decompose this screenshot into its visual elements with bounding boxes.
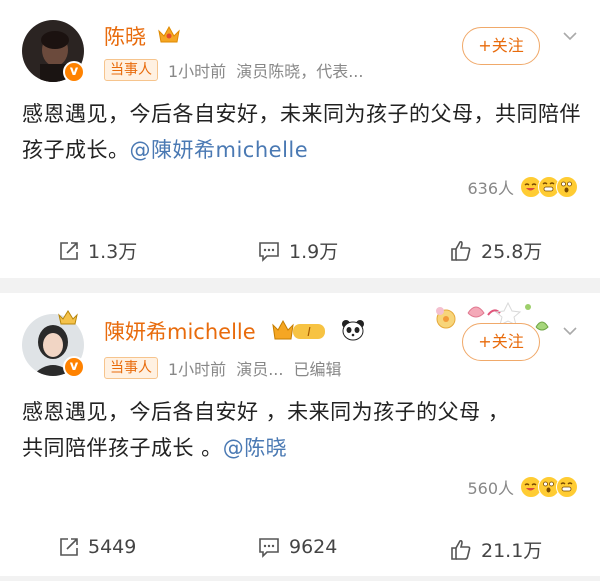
post-time[interactable]: 1小时前 <box>168 356 226 380</box>
svg-text:I: I <box>307 325 311 339</box>
thumbs-up-icon <box>451 240 471 261</box>
author-name[interactable]: 陈晓 <box>104 21 146 51</box>
post-text: 感恩遇见，今后各自安好，未来同为孩子的父母，共同陪伴孩子成长。@陳妍希miche… <box>22 96 582 168</box>
follow-button[interactable]: +关注 <box>462 27 540 65</box>
mention-link[interactable]: @陳妍希michelle <box>130 138 309 162</box>
party-tag: 当事人 <box>104 59 158 81</box>
like-count: 21.1万 <box>481 540 543 562</box>
post-card-1: v 陈晓 当事人 1小时前 演员陈晓，代表... +关注 感恩遇见，今后各自安好… <box>0 0 600 278</box>
surprised-emoji-icon <box>556 176 578 198</box>
like-count: 25.8万 <box>481 241 543 263</box>
mention-link[interactable]: @陈晓 <box>223 436 288 460</box>
crown-icon <box>58 310 78 325</box>
post-meta: 当事人 1小时前 演员陈晓，代表... <box>104 58 363 82</box>
edited-label[interactable]: 已编辑 <box>293 356 341 380</box>
comment-icon <box>259 241 279 262</box>
comment-button[interactable]: 9624 <box>257 536 337 558</box>
author-name[interactable]: 陳妍希michelle <box>104 316 256 346</box>
reaction-count: 560人 <box>467 479 514 498</box>
like-button[interactable]: 25.8万 <box>449 237 542 264</box>
post-time[interactable]: 1小时前 <box>168 58 226 82</box>
repost-button[interactable]: 1.3万 <box>58 237 137 264</box>
verified-badge-icon: v <box>63 356 85 378</box>
verified-badge-icon: v <box>63 61 85 83</box>
reaction-summary[interactable]: 636人 <box>467 175 578 199</box>
post-text: 感恩遇见，今后各自安好 ，未来同为孩子的父母 ， 共同陪伴孩子成长 。@陈晓 <box>22 394 582 466</box>
author-description: 演员... <box>236 360 284 379</box>
repost-count: 1.3万 <box>88 241 138 263</box>
grin-emoji-icon <box>556 476 578 498</box>
party-tag: 当事人 <box>104 357 158 379</box>
reaction-count: 636人 <box>467 179 514 198</box>
comment-icon <box>259 538 279 558</box>
post-text-line-2: 共同陪伴孩子成长 。 <box>22 436 223 460</box>
follow-button[interactable]: +关注 <box>462 323 540 361</box>
chevron-down-icon[interactable] <box>562 28 578 44</box>
post-meta: 当事人 1小时前 演员... 已编辑 <box>104 356 341 380</box>
reaction-summary[interactable]: 560人 <box>467 475 578 499</box>
thumbs-up-icon <box>451 539 471 560</box>
crown-icon <box>158 25 180 43</box>
post-card-2: v 陳妍希michelle I 当事人 1小时前 演员... 已编辑 +关注 感… <box>0 293 600 576</box>
repost-button[interactable]: 5449 <box>58 536 136 558</box>
repost-icon <box>60 241 78 260</box>
post-text-line-1: 感恩遇见，今后各自安好 ，未来同为孩子的父母 ， <box>22 400 510 424</box>
vip-level-icon: I <box>272 319 325 340</box>
comment-count: 1.9万 <box>289 241 339 263</box>
like-button[interactable]: 21.1万 <box>449 536 542 563</box>
comment-button[interactable]: 1.9万 <box>257 237 338 264</box>
panda-icon <box>342 320 364 341</box>
repost-count: 5449 <box>88 536 137 558</box>
chevron-down-icon[interactable] <box>562 323 578 339</box>
author-description: 演员陈晓，代表... <box>236 62 364 81</box>
repost-icon <box>60 538 78 556</box>
comment-count: 9624 <box>289 536 338 558</box>
